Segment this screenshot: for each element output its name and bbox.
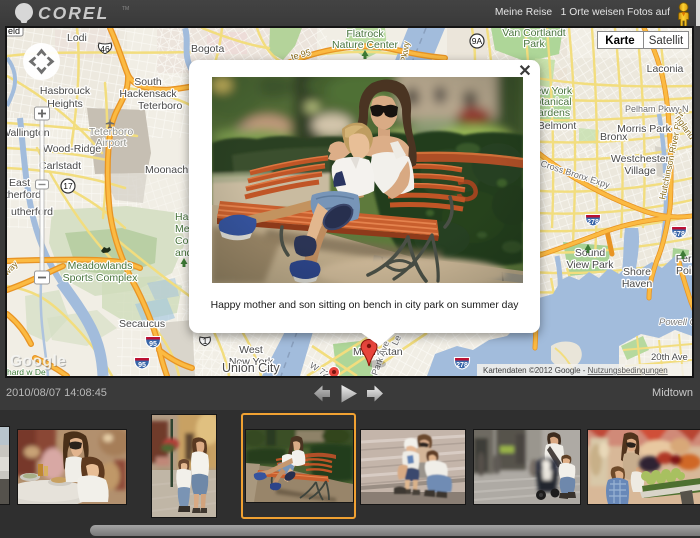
svg-text:Nature Center: Nature Center: [332, 39, 398, 51]
svg-text:Lodi: Lodi: [67, 32, 87, 44]
svg-text:46: 46: [100, 44, 110, 54]
svg-text:East: East: [9, 177, 30, 189]
svg-text:17: 17: [63, 181, 73, 191]
svg-text:Satellit: Satellit: [649, 35, 684, 47]
svg-text:9A: 9A: [472, 36, 483, 46]
svg-text:Point: Point: [676, 265, 692, 277]
svg-text:Morris Park: Morris Park: [617, 123, 671, 135]
svg-text:Wood-Ridge: Wood-Ridge: [43, 143, 101, 155]
svg-text:Powell C: Powell C: [659, 317, 692, 328]
svg-text:20th Ave: 20th Ave: [651, 352, 688, 363]
svg-text:West: West: [239, 344, 263, 356]
svg-text:Union City: Union City: [222, 361, 280, 375]
svg-text:95: 95: [149, 341, 157, 348]
svg-text:South: South: [134, 76, 162, 88]
svg-text:278: 278: [456, 362, 468, 369]
svg-text:95: 95: [138, 362, 146, 369]
svg-text:Carlstadt: Carlstadt: [39, 160, 81, 172]
svg-text:Haven: Haven: [622, 278, 653, 290]
svg-text:TM: TM: [122, 6, 129, 12]
svg-text:Laconia: Laconia: [647, 63, 684, 75]
svg-text:Teterboro: Teterboro: [138, 100, 183, 112]
svg-text:1: 1: [203, 336, 208, 346]
svg-text:hard w De: hard w De: [7, 367, 46, 376]
svg-text:Hackensack: Hackensack: [119, 88, 177, 100]
svg-text:Shore: Shore: [623, 266, 651, 278]
svg-text:Airport: Airport: [96, 137, 127, 149]
svg-text:Park: Park: [523, 38, 545, 50]
svg-text:Bogota: Bogota: [191, 43, 224, 55]
svg-text:Village: Village: [624, 165, 655, 177]
svg-text:Secaucus: Secaucus: [119, 318, 165, 330]
svg-text:Meadowlands: Meadowlands: [68, 260, 133, 272]
svg-text:278: 278: [587, 219, 599, 226]
svg-text:COREL: COREL: [38, 3, 109, 23]
svg-text:utherford: utherford: [11, 206, 53, 218]
svg-text:eld: eld: [8, 28, 20, 36]
svg-text:Hasbrouck: Hasbrouck: [40, 85, 91, 97]
svg-text:Westchester: Westchester: [611, 153, 670, 165]
svg-text:Belmont: Belmont: [538, 120, 577, 132]
svg-text:utherford: utherford: [7, 189, 41, 201]
svg-text:Karte: Karte: [605, 35, 634, 47]
svg-text:Sports Complex: Sports Complex: [63, 272, 138, 284]
svg-text:View Park: View Park: [566, 259, 614, 271]
svg-text:Heights: Heights: [47, 98, 83, 110]
svg-text:Pelham Pkwy N: Pelham Pkwy N: [625, 104, 689, 114]
svg-text:Kartendaten ©2012 Google - Nut: Kartendaten ©2012 Google - Nutzungsbedin…: [483, 366, 668, 375]
svg-text:678: 678: [673, 231, 685, 238]
